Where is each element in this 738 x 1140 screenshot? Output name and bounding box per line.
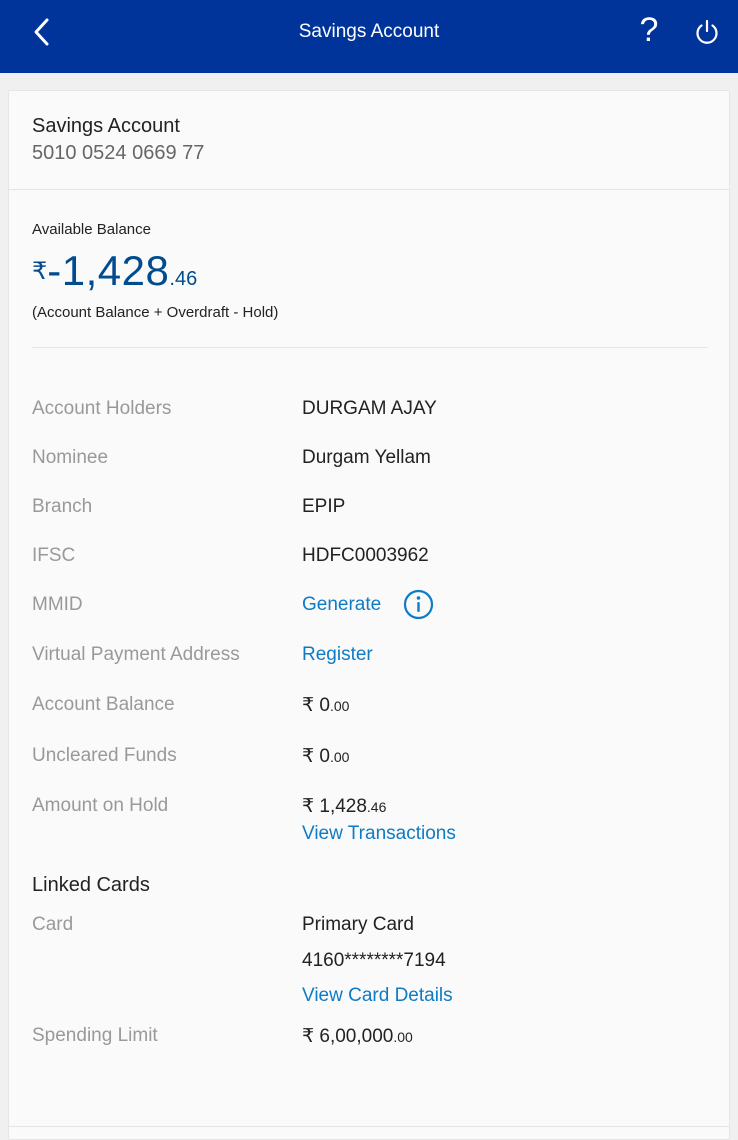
nominee-value: Durgam Yellam — [302, 447, 431, 468]
available-balance-label: Available Balance — [32, 221, 151, 238]
balance-decimal: .46 — [169, 268, 198, 290]
account-number: 5010 0524 0669 77 — [32, 142, 205, 164]
account-balance-value: ₹ 0.00 — [302, 694, 349, 717]
branch-label: Branch — [32, 496, 93, 517]
register-vpa-link[interactable]: Register — [302, 644, 373, 666]
currency-symbol: ₹ — [302, 1026, 315, 1047]
currency-symbol: ₹ — [32, 258, 48, 285]
app-header: Savings Account ? — [0, 0, 738, 73]
balance-formula-note: (Account Balance + Overdraft - Hold) — [32, 304, 279, 321]
account-summary-header: Savings Account 5010 0524 0669 77 — [9, 91, 729, 190]
spending-limit-value: ₹ 6,00,000.00 — [302, 1025, 413, 1048]
amount-main: 0 — [319, 746, 330, 767]
currency-symbol: ₹ — [302, 796, 315, 817]
card-label: Card — [32, 914, 74, 935]
divider — [9, 1126, 729, 1127]
card-type-value: Primary Card — [302, 914, 414, 935]
amount-main: 0 — [319, 695, 330, 716]
amount-decimal: .46 — [366, 799, 387, 815]
amount-decimal: .00 — [393, 1029, 413, 1045]
amount-decimal: .00 — [329, 749, 350, 765]
account-name: Savings Account — [32, 115, 180, 137]
currency-symbol: ₹ — [302, 746, 315, 767]
ifsc-label: IFSC — [32, 545, 76, 566]
linked-cards-title: Linked Cards — [32, 874, 150, 896]
card-number-value: 4160********7194 — [302, 950, 446, 971]
view-transactions-link[interactable]: View Transactions — [302, 823, 456, 845]
uncleared-funds-value: ₹ 0.00 — [302, 745, 349, 768]
nominee-label: Nominee — [32, 447, 109, 468]
account-balance-label: Account Balance — [32, 694, 175, 715]
ifsc-value: HDFC0003962 — [302, 545, 429, 566]
currency-symbol: ₹ — [302, 695, 315, 716]
mmid-label: MMID — [32, 594, 83, 615]
vpa-label: Virtual Payment Address — [32, 644, 240, 665]
amount-main: 1,428 — [319, 796, 367, 817]
generate-mmid-link[interactable]: Generate — [302, 594, 381, 616]
account-details-card: Savings Account 5010 0524 0669 77 Availa… — [8, 90, 730, 1140]
amount-main: 6,00,000 — [319, 1026, 394, 1047]
amount-decimal: .00 — [329, 698, 350, 714]
help-icon[interactable]: ? — [636, 10, 662, 50]
branch-value: EPIP — [302, 496, 346, 517]
account-holders-label: Account Holders — [32, 398, 172, 419]
divider — [32, 347, 708, 348]
spending-limit-label: Spending Limit — [32, 1025, 158, 1046]
balance-main: 1,428 — [61, 247, 170, 294]
info-icon[interactable] — [403, 589, 434, 620]
available-balance-amount: ₹-1,428.46 — [32, 247, 197, 295]
amount-on-hold-value: ₹ 1,428.46 — [302, 795, 386, 818]
amount-on-hold-label: Amount on Hold — [32, 795, 169, 816]
account-holders-value: DURGAM AJAY — [302, 398, 437, 419]
balance-sign: - — [47, 247, 62, 294]
view-card-details-link[interactable]: View Card Details — [302, 985, 453, 1007]
uncleared-funds-label: Uncleared Funds — [32, 745, 177, 766]
page-title: Savings Account — [298, 21, 440, 42]
power-icon[interactable] — [692, 17, 722, 47]
